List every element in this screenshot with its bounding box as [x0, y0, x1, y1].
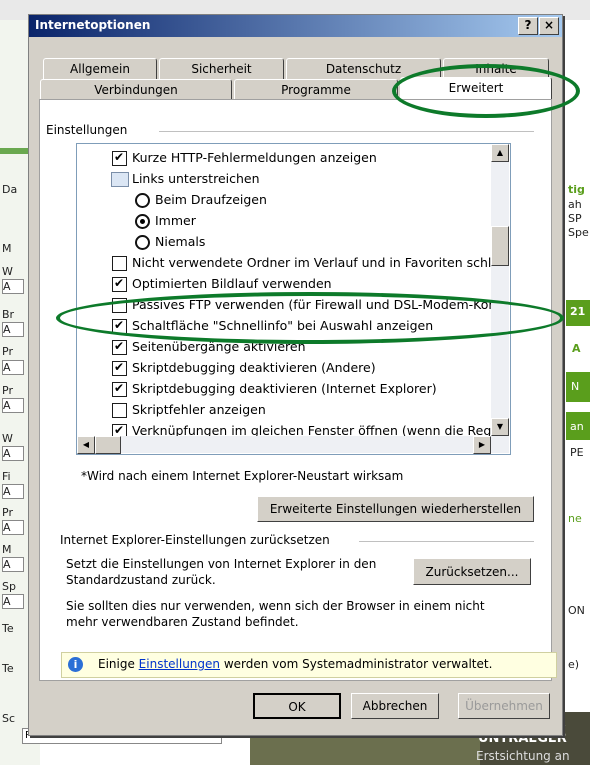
- info-text-prefix: Einige: [98, 657, 139, 671]
- radio-button[interactable]: [135, 214, 150, 229]
- bg-fragment: ne: [568, 512, 582, 525]
- admin-info-bar: i Einige Einstellungen werden vom System…: [61, 652, 557, 678]
- vertical-scrollbar[interactable]: ▲ ▼: [491, 144, 509, 436]
- close-button[interactable]: ×: [539, 17, 559, 35]
- tab-programme[interactable]: Programme: [234, 79, 398, 100]
- bg-fragment: N: [571, 380, 580, 393]
- bg-fragment: tig: [568, 183, 585, 196]
- list-item-label: Kurze HTTP-Fehlermeldungen anzeigen: [132, 150, 377, 165]
- reset-description: Setzt die Einstellungen von Internet Exp…: [66, 557, 377, 571]
- bg-fragment: W: [2, 265, 13, 278]
- help-button[interactable]: ?: [518, 17, 538, 35]
- bg-fragment: Pr: [2, 345, 13, 358]
- list-item-label: Optimierten Bildlauf verwenden: [132, 276, 332, 291]
- bottom-banner-subtitle: Erstsichtung an: [476, 749, 570, 763]
- bg-fragment: Sc: [2, 712, 16, 725]
- info-text-suffix: werden vom Systemadministrator verwaltet…: [220, 657, 493, 671]
- bg-fragment: PE: [570, 446, 584, 459]
- annotation-ellipse-passive-ftp: [56, 292, 564, 344]
- bg-fragment: A: [2, 594, 24, 609]
- reset-group-label: Internet Explorer-Einstellungen zurückse…: [60, 533, 330, 547]
- bg-fragment: Br: [2, 308, 15, 321]
- checkbox[interactable]: [112, 336, 127, 357]
- bg-fragment: Te: [2, 622, 14, 635]
- bg-fragment: 21: [570, 305, 586, 318]
- tab-sicherheit[interactable]: Sicherheit: [159, 58, 284, 79]
- bg-fragment: Da: [2, 183, 18, 196]
- bg-fragment: SP: [568, 212, 582, 225]
- bg-fragment: A: [572, 342, 581, 355]
- reset-description: Standardzustand zurück.: [66, 573, 216, 587]
- bg-fragment: A: [2, 557, 24, 572]
- horizontal-scrollbar[interactable]: ◀ ▶: [77, 436, 509, 454]
- bg-fragment: Pr: [2, 384, 13, 397]
- list-item-label: Skriptfehler anzeigen: [132, 402, 266, 417]
- checkbox[interactable]: [112, 357, 127, 378]
- scroll-thumb[interactable]: [491, 226, 509, 266]
- reset-button[interactable]: Zurücksetzen...: [413, 558, 531, 585]
- bg-fragment: A: [2, 279, 24, 294]
- bg-fragment: ah: [568, 198, 582, 211]
- bg-fragment: M: [2, 242, 12, 255]
- bg-fragment: A: [2, 322, 24, 337]
- checkbox[interactable]: [112, 256, 127, 271]
- checkbox[interactable]: [112, 378, 127, 399]
- list-item-label: Niemals: [155, 234, 206, 249]
- list-item-label: Beim Draufzeigen: [155, 192, 267, 207]
- reset-warning: Sie sollten dies nur verwenden, wenn sic…: [66, 599, 485, 613]
- list-item-label: Skriptdebugging deaktivieren (Andere): [132, 360, 376, 375]
- settings-link[interactable]: Einstellungen: [139, 657, 220, 671]
- bg-fragment: A: [2, 520, 24, 535]
- admin-info-text: Einige Einstellungen werden vom Systemad…: [98, 657, 492, 671]
- info-icon: i: [68, 657, 83, 672]
- restore-advanced-settings-button[interactable]: Erweiterte Einstellungen wiederherstelle…: [257, 496, 534, 522]
- bg-fragment: W: [2, 432, 13, 445]
- group-divider: [159, 131, 534, 132]
- bg-fragment: Sp: [2, 580, 16, 593]
- bg-fragment: A: [2, 398, 24, 413]
- apply-button[interactable]: Übernehmen: [458, 693, 550, 719]
- bg-fragment: ON: [568, 604, 585, 617]
- title-bar[interactable]: Internetoptionen ? ×: [29, 15, 562, 37]
- tab-verbindungen[interactable]: Verbindungen: [40, 79, 232, 100]
- annotation-ellipse-erweitert: [392, 64, 580, 118]
- dialog-title: Internetoptionen: [35, 18, 151, 32]
- settings-group-label: Einstellungen: [46, 123, 128, 137]
- bg-fragment: Spe: [568, 226, 589, 239]
- scroll-left-button[interactable]: ◀: [77, 436, 95, 454]
- list-item-label: Links unterstreichen: [132, 171, 260, 186]
- group-divider: [359, 541, 534, 542]
- scroll-right-button[interactable]: ▶: [473, 436, 491, 454]
- ok-button[interactable]: OK: [253, 693, 341, 719]
- scroll-down-button[interactable]: ▼: [491, 418, 509, 436]
- checkbox[interactable]: [112, 273, 127, 294]
- radio-button[interactable]: [135, 235, 150, 250]
- bg-fragment: e): [568, 658, 580, 671]
- hscroll-thumb[interactable]: [95, 436, 121, 454]
- bg-fragment: A: [2, 360, 24, 375]
- group-icon: [111, 172, 129, 187]
- bg-fragment: A: [2, 446, 24, 461]
- reset-warning: mehr verwendbaren Zustand befindet.: [66, 615, 299, 629]
- checkbox[interactable]: [112, 403, 127, 418]
- tab-allgemein[interactable]: Allgemein: [43, 58, 157, 79]
- bg-fragment: Fi: [2, 470, 11, 483]
- restart-note: *Wird nach einem Internet Explorer-Neust…: [81, 469, 404, 483]
- bg-fragment: Te: [2, 662, 14, 675]
- bg-fragment: Pr: [2, 506, 13, 519]
- bg-fragment: M: [2, 543, 12, 556]
- list-item-label: Immer: [155, 213, 196, 228]
- list-item-label: Skriptdebugging deaktivieren (Internet E…: [132, 381, 437, 396]
- checkbox[interactable]: [112, 147, 127, 168]
- radio-button[interactable]: [135, 193, 150, 208]
- scroll-up-button[interactable]: ▲: [491, 144, 509, 162]
- bg-fragment: A: [2, 484, 24, 499]
- bg-fragment: an: [570, 420, 584, 433]
- cancel-button[interactable]: Abbrechen: [351, 693, 439, 719]
- internet-options-dialog: Internetoptionen ? × Allgemein Sicherhei…: [28, 14, 563, 736]
- list-item-label: Nicht verwendete Ordner im Verlauf und i…: [132, 255, 503, 270]
